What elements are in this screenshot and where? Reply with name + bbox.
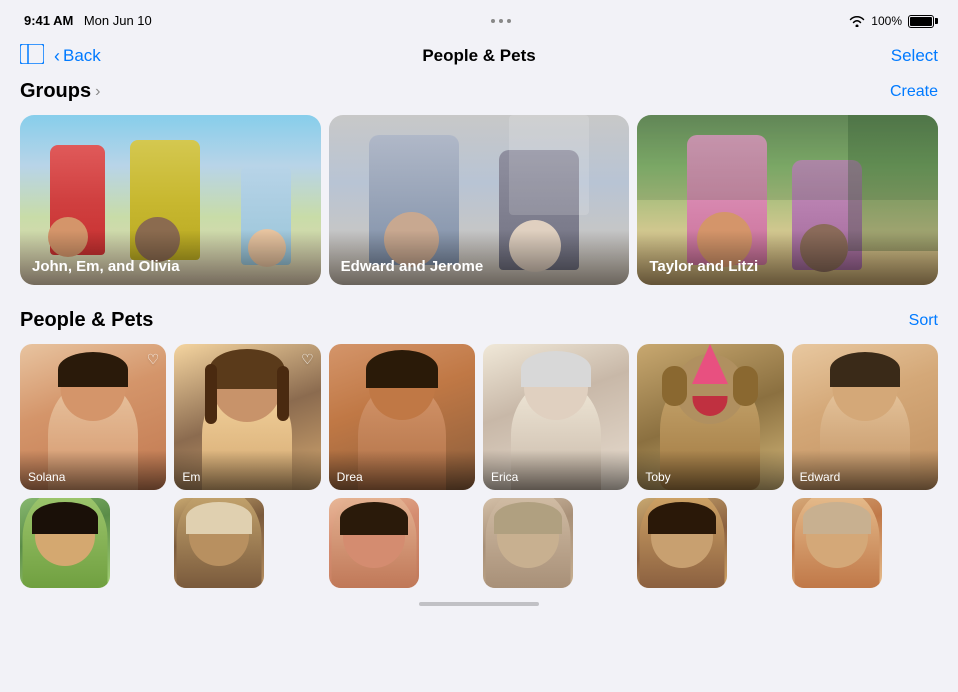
page-title: People & Pets xyxy=(422,46,535,66)
r2c5-photo xyxy=(637,498,727,588)
people-grid: ♡ Solana ♡ Em xyxy=(20,344,938,588)
groups-title-row: Groups › xyxy=(20,80,100,103)
group-2-label: Edward and Jerome xyxy=(329,230,630,285)
battery-fill xyxy=(910,17,932,26)
r2c3-photo xyxy=(329,498,419,588)
em-favorite-icon: ♡ xyxy=(301,351,314,368)
r2c1-photo xyxy=(20,498,110,588)
solana-name: Solana xyxy=(20,450,166,490)
back-button[interactable]: ‹ Back xyxy=(54,46,101,66)
drea-name: Drea xyxy=(329,450,475,490)
r2c2-photo xyxy=(174,498,264,588)
content-area: Groups › Create John, Em, and Olivia xyxy=(0,80,958,606)
person-card-r2c5[interactable] xyxy=(637,498,727,588)
groups-grid: John, Em, and Olivia Edward and Jerome xyxy=(20,115,938,285)
status-time: 9:41 AM xyxy=(24,13,73,28)
select-button[interactable]: Select xyxy=(891,46,938,66)
person-card-solana[interactable]: ♡ Solana xyxy=(20,344,166,490)
nav-bar: ‹ Back People & Pets Select xyxy=(0,36,958,80)
people-section-header: People & Pets Sort xyxy=(20,309,938,332)
battery-percent: 100% xyxy=(871,14,902,28)
status-date: Mon Jun 10 xyxy=(84,13,152,28)
person-card-r2c4[interactable] xyxy=(483,498,573,588)
groups-chevron-icon: › xyxy=(95,83,100,101)
group-card-1[interactable]: John, Em, and Olivia xyxy=(20,115,321,285)
person-card-toby[interactable]: Toby xyxy=(637,344,783,490)
person-card-r2c2[interactable] xyxy=(174,498,264,588)
people-title: People & Pets xyxy=(20,309,153,332)
r2c4-photo xyxy=(483,498,573,588)
create-button[interactable]: Create xyxy=(890,83,938,101)
sort-button[interactable]: Sort xyxy=(909,312,938,330)
status-center-dots xyxy=(491,19,511,23)
group-3-label: Taylor and Litzi xyxy=(637,230,938,285)
groups-section-header: Groups › Create xyxy=(20,80,938,103)
person-card-r2c3[interactable] xyxy=(329,498,419,588)
back-chevron-icon: ‹ xyxy=(54,47,60,65)
status-time-date: 9:41 AM Mon Jun 10 xyxy=(24,12,152,30)
person-card-erica[interactable]: Erica xyxy=(483,344,629,490)
groups-title: Groups xyxy=(20,80,91,103)
person-card-edward[interactable]: Edward xyxy=(792,344,938,490)
r2c6-photo xyxy=(792,498,882,588)
person-card-r2c1[interactable] xyxy=(20,498,110,588)
scroll-indicator xyxy=(20,602,938,606)
person-card-em[interactable]: ♡ Em xyxy=(174,344,320,490)
person-card-drea[interactable]: Drea xyxy=(329,344,475,490)
group-card-3[interactable]: Taylor and Litzi xyxy=(637,115,938,285)
edward-name: Edward xyxy=(792,450,938,490)
status-right: 100% xyxy=(849,14,934,28)
dot-1 xyxy=(491,19,495,23)
dot-3 xyxy=(507,19,511,23)
erica-name: Erica xyxy=(483,450,629,490)
status-bar: 9:41 AM Mon Jun 10 100% xyxy=(0,0,958,36)
sidebar-toggle-icon[interactable] xyxy=(20,44,44,69)
dot-2 xyxy=(499,19,503,23)
wifi-icon xyxy=(849,15,865,27)
nav-left: ‹ Back xyxy=(20,44,101,69)
scroll-dot xyxy=(419,602,539,606)
toby-name: Toby xyxy=(637,450,783,490)
group-1-label: John, Em, and Olivia xyxy=(20,230,321,285)
person-card-r2c6[interactable] xyxy=(792,498,882,588)
battery-icon xyxy=(908,15,934,28)
solana-favorite-icon: ♡ xyxy=(147,351,160,368)
group-card-2[interactable]: Edward and Jerome xyxy=(329,115,630,285)
device-frame: 9:41 AM Mon Jun 10 100% xyxy=(0,0,958,692)
em-name: Em xyxy=(174,450,320,490)
back-label: Back xyxy=(63,46,101,66)
